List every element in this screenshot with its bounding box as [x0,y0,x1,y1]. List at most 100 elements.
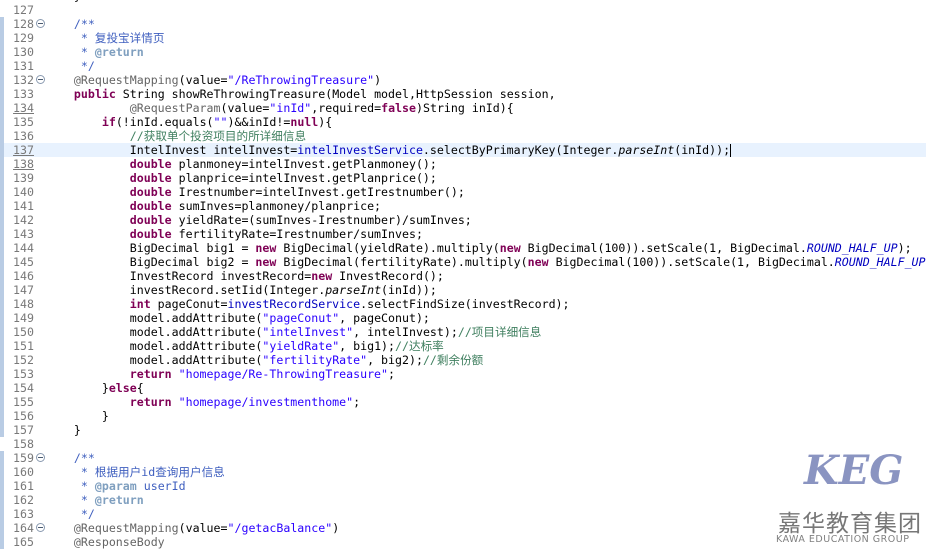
code-line[interactable]: 158 [0,437,926,451]
code-line[interactable]: 141 double sumInves=planmoney/planprice; [0,199,926,213]
code-text[interactable]: //获取单个投资项目的所详细信息 [46,129,306,143]
change-ruler-marker [0,3,4,17]
code-line[interactable]: 163 */ [0,507,926,521]
code-text[interactable]: public String showReThrowingTreasure(Mod… [46,87,556,101]
code-text[interactable]: IntelInvest intelInvest=intelInvestServi… [46,143,732,157]
code-line[interactable]: 149 model.addAttribute("pageConut", page… [0,311,926,325]
line-number: 164 [13,521,34,535]
code-line[interactable]: 144 BigDecimal big1 = new BigDecimal(yie… [0,241,926,255]
code-token: BigDecimal(100)).setScale(1, BigDecimal. [548,255,835,269]
code-token: (inId)); [674,143,731,157]
change-ruler-marker [0,241,4,255]
code-text[interactable]: BigDecimal big1 = new BigDecimal(yieldRa… [46,241,912,255]
code-line[interactable]: 152 model.addAttribute("fertilityRate", … [0,353,926,367]
fold-collapse-icon[interactable] [36,523,45,532]
code-line[interactable]: 145 BigDecimal big2 = new BigDecimal(fer… [0,255,926,269]
code-line[interactable]: 138 double planmoney=intelInvest.getPlan… [0,157,926,171]
code-line[interactable]: 133 public String showReThrowingTreasure… [0,87,926,101]
line-number: 152 [13,353,34,367]
code-text[interactable]: InvestRecord investRecord=new InvestReco… [46,269,444,283]
code-line[interactable]: 140 double Irestnumber=intelInvest.getIr… [0,185,926,199]
code-line[interactable]: 161 * @param userId [0,479,926,493]
code-line[interactable]: 154 }else{ [0,381,926,395]
code-text[interactable]: * @return [46,45,144,59]
code-text[interactable]: @RequestMapping(value="/ReThrowingTreasu… [46,73,381,87]
code-text[interactable]: return "homepage/investmenthome"; [46,395,360,409]
code-text[interactable]: /** [46,17,95,31]
change-ruler-marker [0,353,4,367]
code-text[interactable]: double planprice=intelInvest.getPlanpric… [46,171,437,185]
code-editor[interactable]: 126 }127128 /**129 * 复投宝详情页130 * @return… [0,0,926,549]
code-line[interactable]: 128 /** [0,17,926,31]
code-text[interactable]: @RequestParam(value="inId",required=fals… [46,101,514,115]
code-line[interactable]: 165 @ResponseBody [0,535,926,549]
code-text[interactable]: model.addAttribute("yieldRate", big1);//… [46,339,444,353]
change-ruler-marker [0,213,4,227]
code-token: @RequestParam [46,101,221,115]
code-line[interactable]: 134 @RequestParam(value="inId",required=… [0,101,926,115]
code-line[interactable]: 160 * 根据用户id查询用户信息 [0,465,926,479]
code-line[interactable]: 136 //获取单个投资项目的所详细信息 [0,129,926,143]
fold-collapse-icon[interactable] [36,19,45,28]
code-text[interactable]: model.addAttribute("fertilityRate", big2… [46,353,484,367]
code-line[interactable]: 164 @RequestMapping(value="/getacBalance… [0,521,926,535]
fold-collapse-icon[interactable] [36,75,45,84]
line-number: 157 [13,423,34,437]
code-token: model.addAttribute( [46,311,263,325]
code-line[interactable]: 131 */ [0,59,926,73]
change-ruler-marker [0,311,4,325]
code-text[interactable]: return "homepage/Re-ThrowingTreasure"; [46,367,395,381]
code-text[interactable]: model.addAttribute("pageConut", pageConu… [46,311,430,325]
code-line[interactable]: 139 double planprice=intelInvest.getPlan… [0,171,926,185]
code-token: false [381,101,416,115]
code-text[interactable]: double yieldRate=(sumInves-Irestnumber)/… [46,213,472,227]
code-token: parseInt [618,143,675,157]
code-text[interactable]: * 复投宝详情页 [46,31,165,45]
code-line[interactable]: 155 return "homepage/investmenthome"; [0,395,926,409]
code-line[interactable]: 132 @RequestMapping(value="/ReThrowingTr… [0,73,926,87]
code-line[interactable]: 143 double fertilityRate=Irestnumber/sum… [0,227,926,241]
code-line[interactable]: 146 InvestRecord investRecord=new Invest… [0,269,926,283]
code-line[interactable]: 130 * @return [0,45,926,59]
code-text[interactable]: @RequestMapping(value="/getacBalance") [46,521,339,535]
code-text[interactable]: BigDecimal big2 = new BigDecimal(fertili… [46,255,926,269]
code-text[interactable]: double sumInves=planmoney/planprice; [46,199,381,213]
fold-collapse-icon[interactable] [36,453,45,462]
code-line[interactable]: 156 } [0,409,926,423]
code-text[interactable]: model.addAttribute("intelInvest", intelI… [46,325,542,339]
code-line[interactable]: 147 investRecord.setIid(Integer.parseInt… [0,283,926,297]
change-ruler-marker [0,115,4,129]
code-line[interactable]: 153 return "homepage/Re-ThrowingTreasure… [0,367,926,381]
code-text[interactable]: double planmoney=intelInvest.getPlanmone… [46,157,437,171]
code-text[interactable]: * @param userId [46,479,186,493]
change-ruler-marker [0,227,4,241]
code-token: /** [46,17,95,31]
code-line[interactable]: 151 model.addAttribute("yieldRate", big1… [0,339,926,353]
code-text[interactable]: */ [46,507,95,521]
code-line[interactable]: 127 [0,3,926,17]
code-line[interactable]: 148 int pageConut=investRecordService.se… [0,297,926,311]
code-text[interactable]: * @return [46,493,144,507]
code-line[interactable]: 159 /** [0,451,926,465]
code-text[interactable]: }else{ [46,381,144,395]
code-text[interactable]: * 根据用户id查询用户信息 [46,465,225,479]
code-line[interactable]: 129 * 复投宝详情页 [0,31,926,45]
code-text[interactable]: double fertilityRate=Irestnumber/sumInve… [46,227,423,241]
code-token: else [108,381,137,395]
code-line[interactable]: 162 * @return [0,493,926,507]
code-line[interactable]: 137 IntelInvest intelInvest=intelInvestS… [0,143,926,157]
code-text[interactable]: /** [46,451,95,465]
code-line[interactable]: 157 } [0,423,926,437]
code-text[interactable]: double Irestnumber=intelInvest.getIrestn… [46,185,465,199]
code-line[interactable]: 150 model.addAttribute("intelInvest", in… [0,325,926,339]
code-text[interactable]: int pageConut=investRecordService.select… [46,297,570,311]
code-text[interactable]: if(!inId.equals("")&&inId!=null){ [46,115,332,129]
code-text[interactable]: } [46,423,81,437]
code-text[interactable]: */ [46,59,95,73]
code-line[interactable]: 142 double yieldRate=(sumInves-Irestnumb… [0,213,926,227]
code-text[interactable]: investRecord.setIid(Integer.parseInt(inI… [46,283,437,297]
code-token: //获取单个投资项目的所详细信息 [46,129,307,143]
code-text[interactable]: @ResponseBody [46,535,165,549]
code-text[interactable]: } [46,409,109,423]
code-line[interactable]: 135 if(!inId.equals("")&&inId!=null){ [0,115,926,129]
